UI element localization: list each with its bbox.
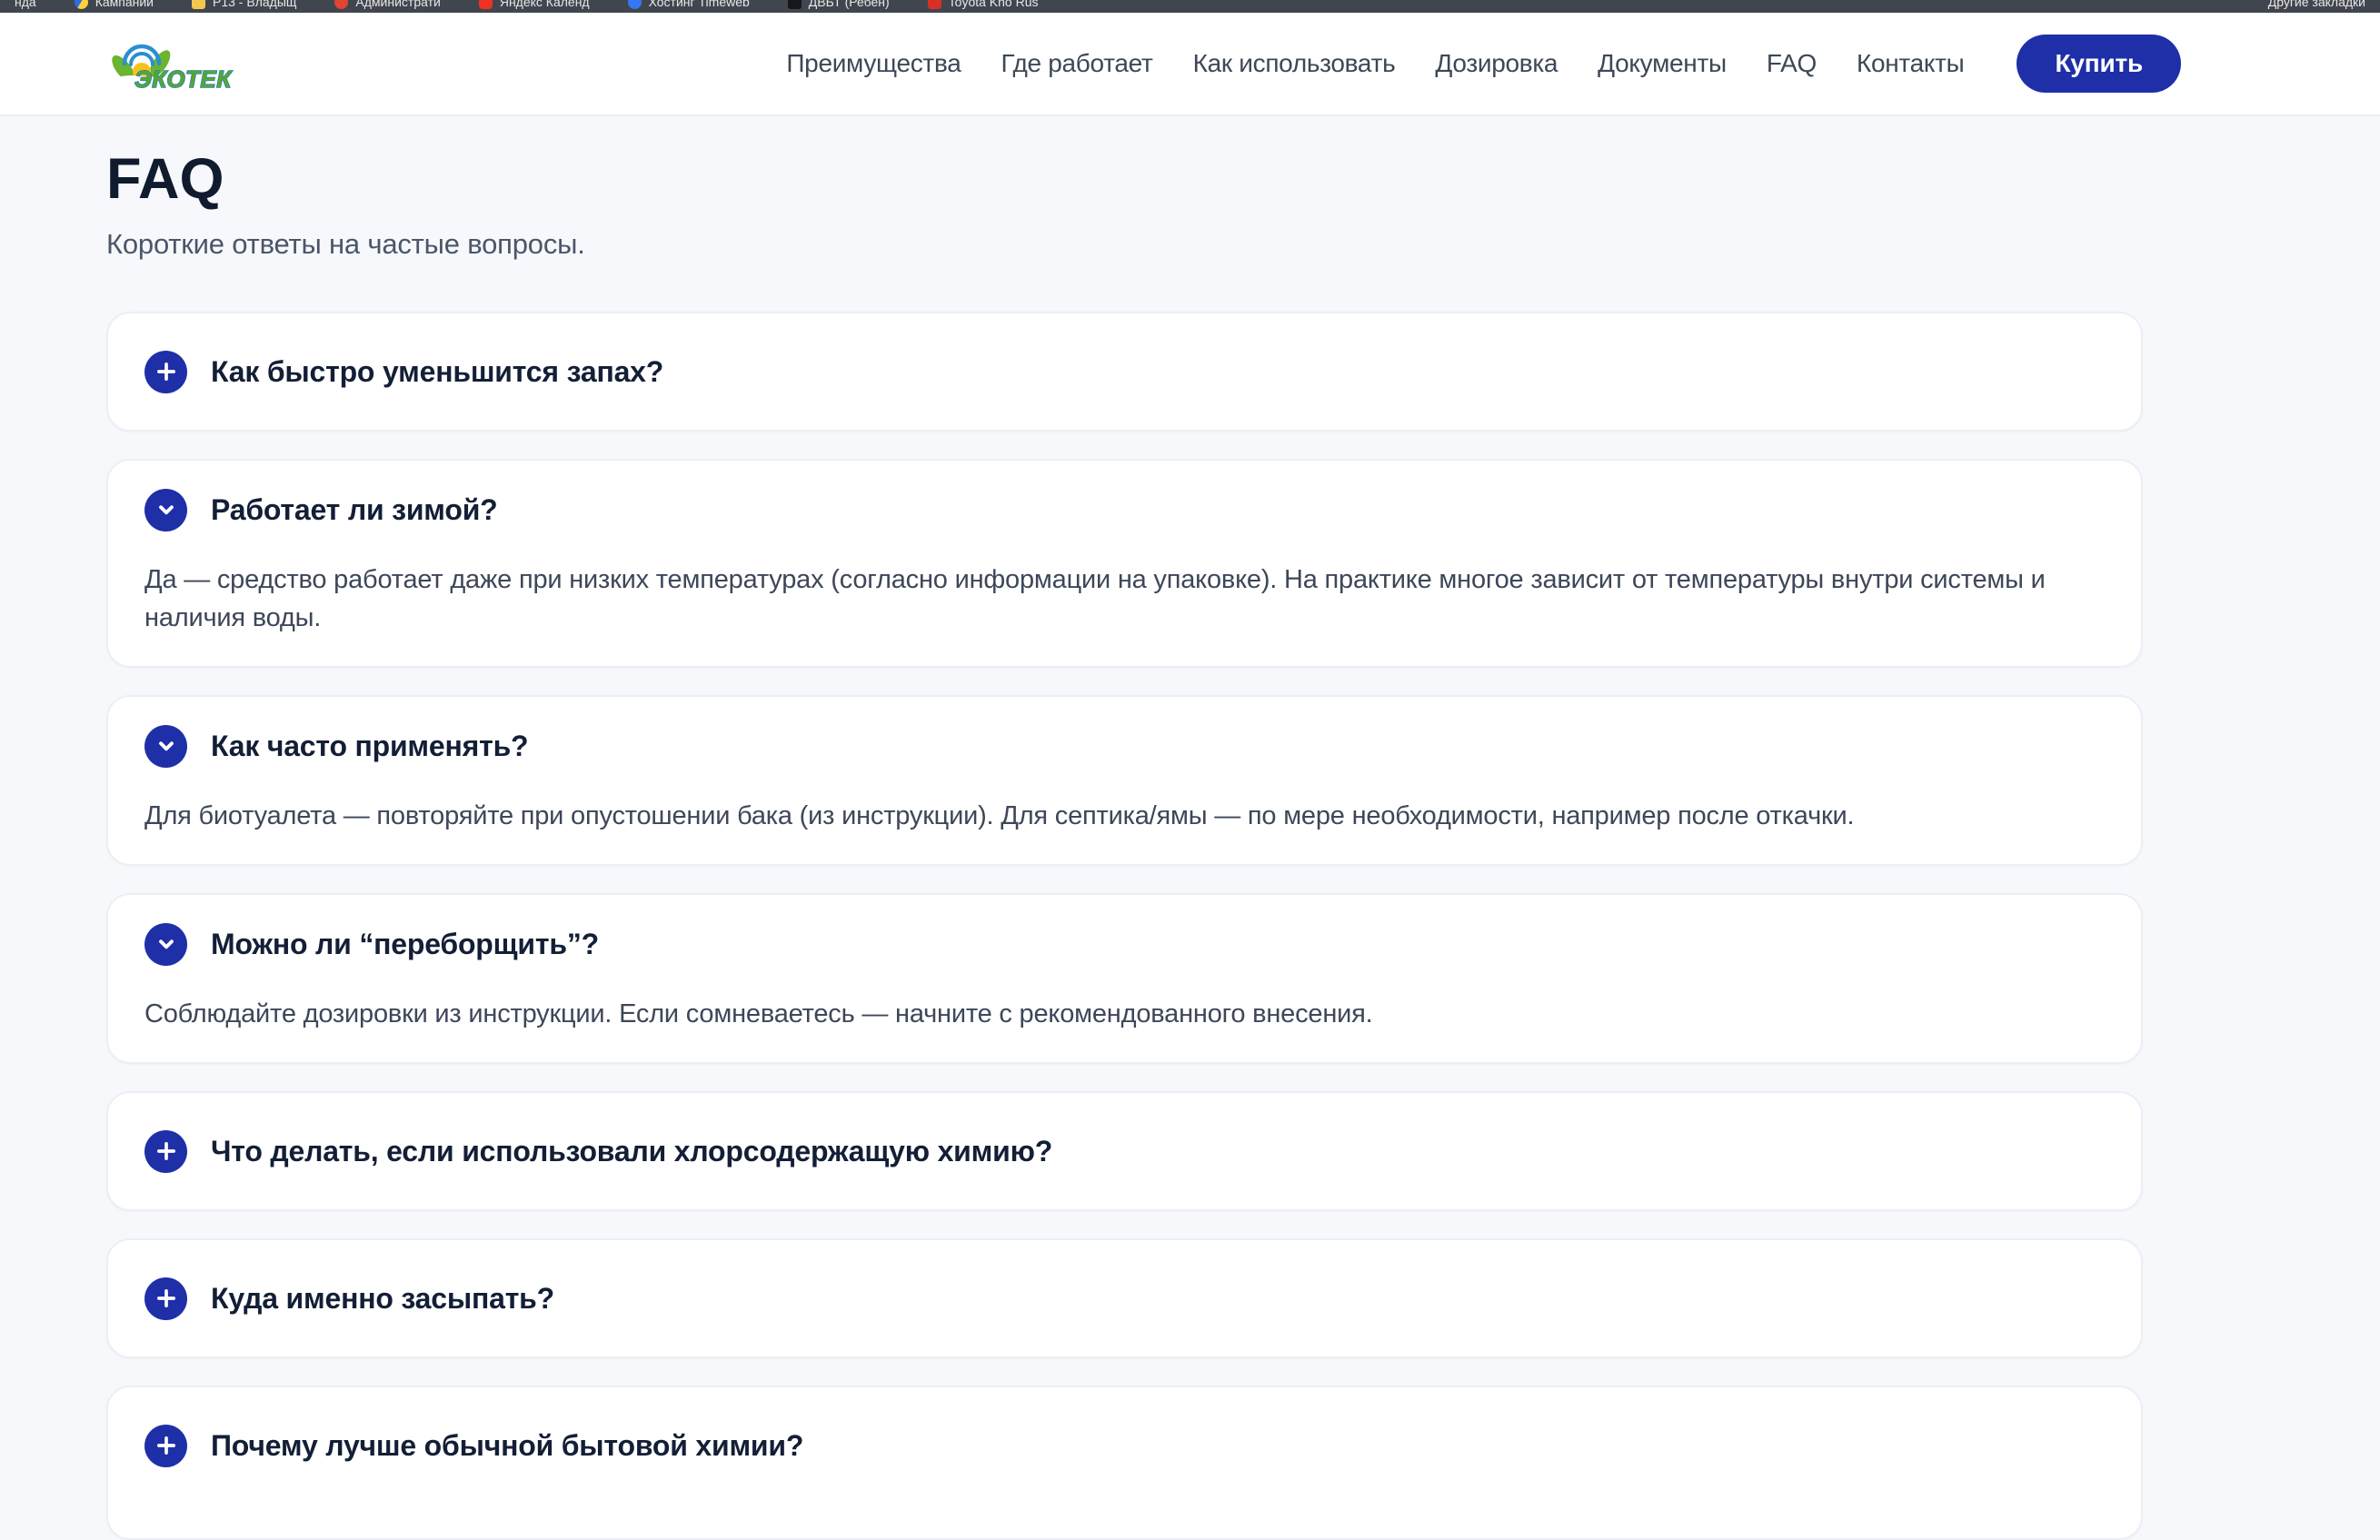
faq-question: Как часто применять?	[211, 730, 528, 763]
site-header: ЭКОТЕК Преимущества Где работает Как исп…	[0, 13, 2380, 116]
faq-card: Можно ли “переборщить”? Соблюдайте дозир…	[106, 893, 2143, 1064]
plus-icon	[144, 1130, 187, 1173]
faq-answer: Соблюдайте дозировки из инструкции. Если…	[144, 993, 2105, 1062]
faq-list: Как быстро уменьшится запах? Работает ли…	[106, 312, 2143, 1540]
bookmark-label: Администрати	[355, 0, 440, 9]
faq-card: Почему лучше обычной бытовой химии?	[106, 1386, 2143, 1540]
bookmark-label: Toyota Kno Rus	[949, 0, 1039, 9]
bookmark-item[interactable]: Администрати	[334, 0, 440, 9]
faq-question-toggle[interactable]: Можно ли “переборщить”?	[144, 895, 2105, 993]
page-title: FAQ	[106, 151, 2143, 208]
chevron-down-icon	[144, 725, 187, 768]
faq-question: Куда именно засыпать?	[211, 1282, 554, 1316]
faq-question: Работает ли зимой?	[211, 493, 498, 527]
bookmark-item[interactable]: Хостинг Timeweb	[628, 0, 750, 9]
calendar-icon	[479, 0, 493, 9]
bookmark-label: Кампании	[95, 0, 154, 9]
bookmark-label: Яндекс Календ	[500, 0, 590, 9]
faq-question-toggle[interactable]: Как часто применять?	[144, 697, 2105, 795]
other-bookmarks-label: Другие закладки	[2268, 0, 2365, 9]
faq-question: Можно ли “переборщить”?	[211, 928, 599, 961]
faq-question: Почему лучше обычной бытовой химии?	[211, 1429, 803, 1463]
faq-card: Работает ли зимой? Да — средство работае…	[106, 459, 2143, 668]
faq-card: Как часто применять? Для биотуалета — по…	[106, 695, 2143, 866]
bookmark-item[interactable]: Toyota Kno Rus	[928, 0, 1039, 9]
chevron-down-icon	[144, 923, 187, 966]
faq-question-toggle[interactable]: Работает ли зимой?	[144, 461, 2105, 559]
plus-icon	[144, 1277, 187, 1320]
other-bookmarks-button[interactable]: Другие закладки	[2268, 0, 2365, 9]
bookmark-item[interactable]: Р13 - Владыщ	[192, 0, 296, 9]
main-nav: Преимущества Где работает Как использова…	[786, 49, 1964, 78]
red-badge-icon	[334, 0, 348, 9]
folder-icon	[192, 0, 205, 9]
yandex-direct-icon	[75, 0, 88, 9]
nav-item-dosage[interactable]: Дозировка	[1435, 49, 1558, 78]
faq-card: Как быстро уменьшится запах?	[106, 312, 2143, 432]
plus-icon	[144, 351, 187, 393]
nav-item-how-to-use[interactable]: Как использовать	[1193, 49, 1396, 78]
faq-card: Куда именно засыпать?	[106, 1238, 2143, 1358]
bookmark-item[interactable]: ДВБТ (Ребен)	[788, 0, 890, 9]
bookmark-item[interactable]: Яндекс Календ	[479, 0, 590, 9]
bookmark-item[interactable]: Кампании	[75, 0, 154, 9]
nav-item-advantages[interactable]: Преимущества	[786, 49, 961, 78]
faq-question-toggle[interactable]: Что делать, если использовали хлорсодерж…	[144, 1093, 2105, 1209]
browser-bookmarks-bar: нда Кампании Р13 - Владыщ Администрати Я…	[0, 0, 2380, 13]
faq-section: FAQ Короткие ответы на частые вопросы. К…	[0, 116, 2380, 1540]
faq-question-toggle[interactable]: Почему лучше обычной бытовой химии?	[144, 1387, 2105, 1504]
faq-question-toggle[interactable]: Куда именно засыпать?	[144, 1240, 2105, 1356]
nav-item-contacts[interactable]: Контакты	[1857, 49, 1965, 78]
timeweb-icon	[628, 0, 642, 9]
nav-item-where-it-works[interactable]: Где работает	[1001, 49, 1152, 78]
faq-answer: Да — средство работает даже при низких т…	[144, 559, 2105, 666]
bookmark-label: ДВБТ (Ребен)	[809, 0, 890, 9]
bookmark-label: нда	[15, 0, 36, 9]
black-square-icon	[788, 0, 802, 9]
plus-icon	[144, 1425, 187, 1467]
red-square-icon	[928, 0, 941, 9]
page-subtitle: Короткие ответы на частые вопросы.	[106, 228, 2143, 261]
faq-question: Как быстро уменьшится запах?	[211, 355, 663, 389]
faq-card: Что делать, если использовали хлорсодерж…	[106, 1091, 2143, 1211]
chevron-down-icon	[144, 489, 187, 532]
nav-item-faq[interactable]: FAQ	[1767, 49, 1817, 78]
faq-question: Что делать, если использовали хлорсодерж…	[211, 1135, 1052, 1168]
bookmark-fragment[interactable]: нда	[15, 0, 36, 9]
logo-text: ЭКОТЕК	[134, 65, 233, 93]
bookmark-label: Р13 - Владыщ	[213, 0, 296, 9]
ecotek-logo[interactable]: ЭКОТЕК	[106, 30, 243, 97]
nav-item-documents[interactable]: Документы	[1598, 49, 1727, 78]
faq-question-toggle[interactable]: Как быстро уменьшится запах?	[144, 313, 2105, 430]
faq-answer: Для биотуалета — повторяйте при опустоше…	[144, 795, 2105, 864]
bookmark-label: Хостинг Timeweb	[649, 0, 750, 9]
buy-button[interactable]: Купить	[2017, 35, 2181, 93]
